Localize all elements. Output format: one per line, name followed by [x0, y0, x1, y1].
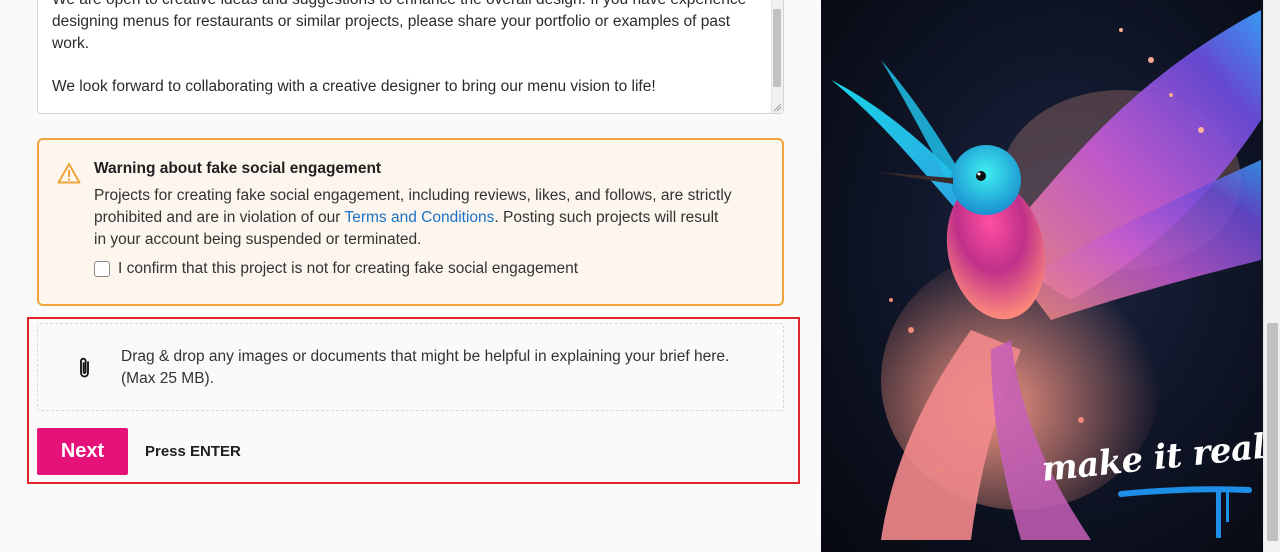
- brief-textarea[interactable]: We are open to creative ideas and sugges…: [37, 0, 784, 114]
- paperclip-icon: [80, 357, 89, 378]
- page-scroll-thumb[interactable]: [1267, 323, 1278, 541]
- textarea-scroll-thumb[interactable]: [773, 9, 781, 87]
- brief-text: We are open to creative ideas and sugges…: [52, 0, 762, 98]
- confirm-row[interactable]: I confirm that this project is not for c…: [94, 260, 578, 278]
- page-scrollbar[interactable]: [1263, 0, 1280, 552]
- hummingbird-artwork: make it real.: [821, 0, 1263, 552]
- brief-line: work.: [52, 35, 90, 52]
- dropzone-instruction: Drag & drop any images or documents that…: [121, 348, 730, 365]
- brief-line: designing menus for restaurants or simil…: [52, 13, 731, 30]
- next-button[interactable]: Next: [37, 428, 128, 475]
- resize-grip-icon[interactable]: [773, 103, 782, 112]
- brief-closing: We look forward to collaborating with a …: [52, 78, 656, 95]
- brief-line: We are open to creative ideas and sugges…: [52, 0, 762, 11]
- confirm-checkbox[interactable]: [94, 261, 110, 277]
- dropzone-size-limit: (Max 25 MB).: [121, 370, 215, 387]
- fake-engagement-warning: Warning about fake social engagement Pro…: [37, 138, 784, 306]
- warning-triangle-icon: [57, 163, 81, 184]
- terms-link[interactable]: Terms and Conditions: [344, 209, 494, 226]
- warning-title: Warning about fake social engagement: [94, 160, 382, 177]
- confirm-label: I confirm that this project is not for c…: [118, 260, 579, 277]
- textarea-scrollbar[interactable]: [771, 0, 783, 113]
- file-dropzone[interactable]: Drag & drop any images or documents that…: [37, 323, 784, 411]
- form-panel: We are open to creative ideas and sugges…: [0, 0, 821, 552]
- press-enter-hint: Press ENTER: [145, 443, 241, 460]
- warning-body: Projects for creating fake social engage…: [94, 185, 734, 251]
- dropzone-text: Drag & drop any images or documents that…: [121, 346, 761, 390]
